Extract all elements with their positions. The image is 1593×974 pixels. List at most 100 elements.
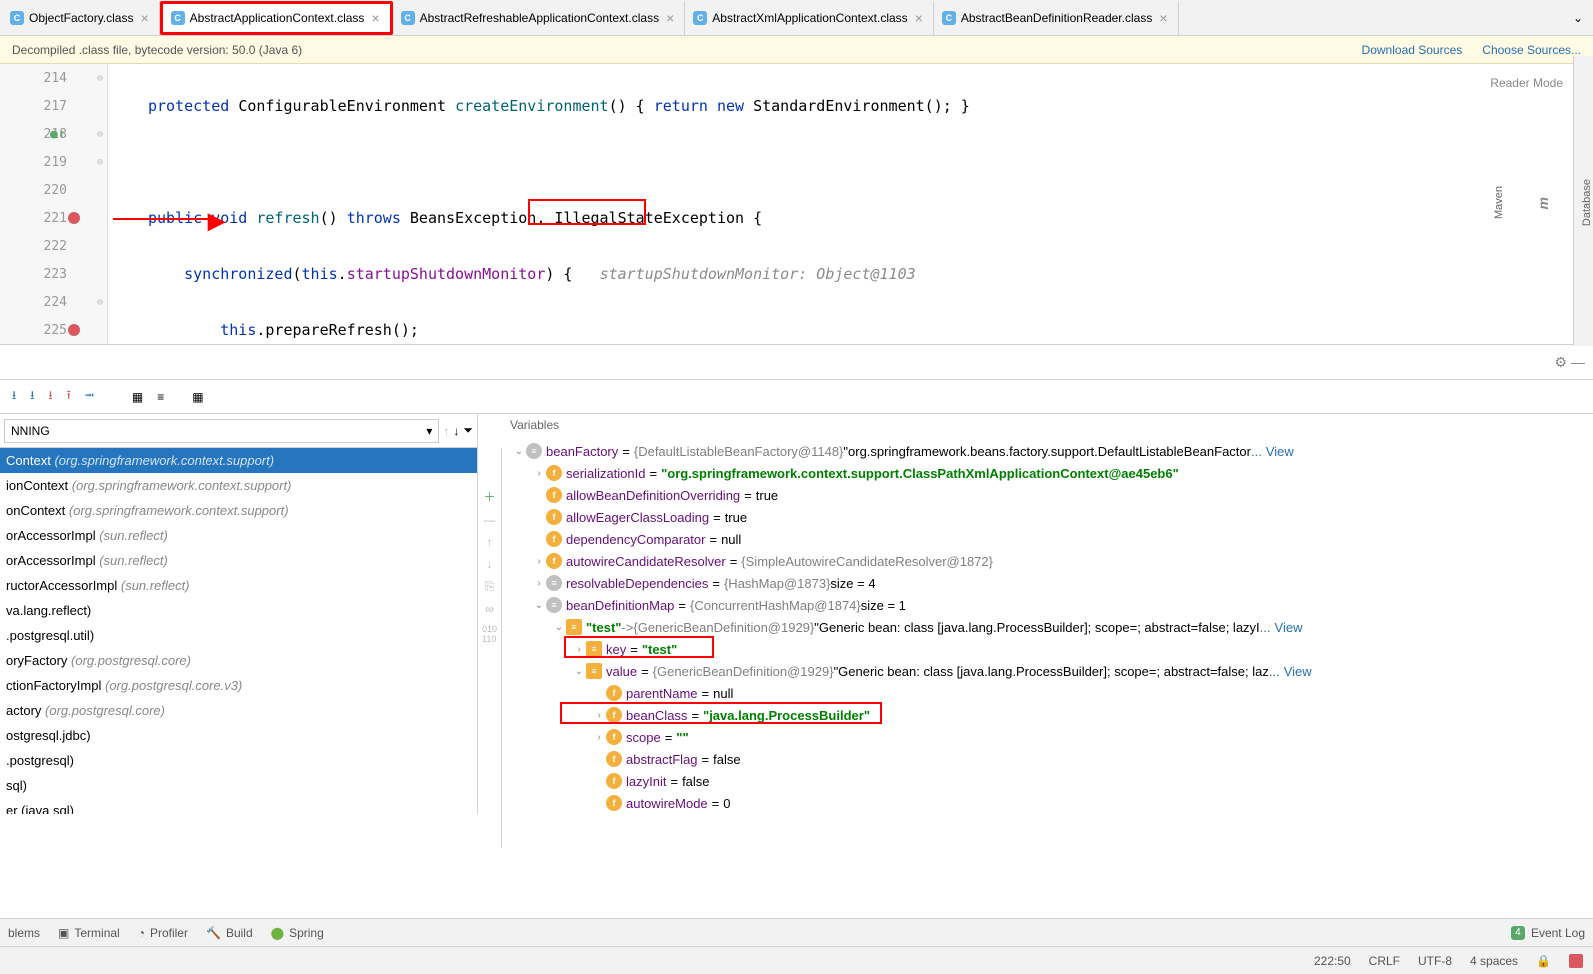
view-link[interactable]: View bbox=[1284, 664, 1312, 679]
link-icon[interactable]: ∞ bbox=[485, 602, 494, 616]
expand-icon[interactable]: › bbox=[532, 578, 546, 589]
frame-item[interactable]: .postgresql.util) bbox=[0, 623, 477, 648]
readonly-icon[interactable]: 🔒 bbox=[1536, 954, 1551, 968]
frame-item[interactable]: oryFactory (org.postgresql.core) bbox=[0, 648, 477, 673]
expand-icon[interactable]: › bbox=[592, 710, 606, 721]
step-into-icon[interactable]: ⭳ bbox=[30, 386, 34, 407]
thread-selector[interactable]: NNING▾ bbox=[4, 419, 439, 443]
expand-icon[interactable]: › bbox=[532, 468, 546, 479]
expand-icon[interactable]: › bbox=[532, 556, 546, 567]
settings-icon[interactable]: ⚙ bbox=[1554, 354, 1567, 371]
collapse-icon[interactable]: ⌄ bbox=[512, 446, 526, 457]
var-abstractflag[interactable]: fabstractFlag=false bbox=[502, 748, 1593, 770]
frame-item[interactable]: ructorAccessorImpl (sun.reflect) bbox=[0, 573, 477, 598]
var-scope[interactable]: ›fscope="" bbox=[502, 726, 1593, 748]
step-out-icon[interactable]: ⭱ bbox=[67, 386, 71, 407]
step-over-icon[interactable]: ⭳ bbox=[12, 386, 16, 407]
fold-icon[interactable]: ⊖ bbox=[97, 157, 103, 168]
frame-item[interactable]: ionContext (org.springframework.context.… bbox=[0, 473, 477, 498]
breakpoint-icon[interactable] bbox=[68, 212, 80, 224]
frame-item[interactable]: orAccessorImpl (sun.reflect) bbox=[0, 523, 477, 548]
run-to-cursor-icon[interactable]: ⭲ bbox=[85, 386, 94, 407]
close-icon[interactable]: × bbox=[664, 10, 676, 26]
file-encoding[interactable]: UTF-8 bbox=[1418, 954, 1452, 968]
database-tool[interactable]: Database bbox=[1581, 179, 1593, 226]
fold-icon[interactable]: ⊖ bbox=[97, 73, 103, 84]
close-icon[interactable]: × bbox=[913, 10, 925, 26]
collapse-icon[interactable]: ⌄ bbox=[572, 666, 586, 677]
breakpoint-icon[interactable] bbox=[68, 324, 80, 336]
variables-tree[interactable]: ⌄≡beanFactory={DefaultListableBeanFactor… bbox=[502, 438, 1593, 814]
download-sources-link[interactable]: Download Sources bbox=[1362, 43, 1463, 57]
frame-item[interactable]: orAccessorImpl (sun.reflect) bbox=[0, 548, 477, 573]
var-lazyinit[interactable]: flazyInit=false bbox=[502, 770, 1593, 792]
var-test-entry[interactable]: ⌄≡"test" -> {GenericBeanDefinition@1929}… bbox=[502, 616, 1593, 638]
remove-watch-icon[interactable]: — bbox=[484, 513, 496, 527]
evaluate-icon[interactable]: ▦ bbox=[132, 390, 143, 404]
view-link[interactable]: View bbox=[1275, 620, 1303, 635]
copy-icon[interactable]: ⎘ bbox=[485, 579, 495, 594]
maven-icon[interactable]: m bbox=[1535, 197, 1551, 209]
tab-abstractrefreshable[interactable]: CAbstractRefreshableApplicationContext.c… bbox=[393, 1, 686, 35]
frame-item[interactable]: ctionFactoryImpl (org.postgresql.core.v3… bbox=[0, 673, 477, 698]
var-beandefmap[interactable]: ⌄≡beanDefinitionMap={ConcurrentHashMap@1… bbox=[502, 594, 1593, 616]
frame-item[interactable]: Context (org.springframework.context.sup… bbox=[0, 448, 477, 473]
tab-abstractbeandef[interactable]: CAbstractBeanDefinitionReader.class× bbox=[934, 1, 1179, 35]
expand-icon[interactable]: › bbox=[592, 732, 606, 743]
build-tool[interactable]: 🔨 Build bbox=[206, 926, 253, 940]
filter-icon[interactable]: ⏷ bbox=[463, 423, 473, 438]
close-icon[interactable]: × bbox=[138, 10, 150, 26]
collapse-icon[interactable]: ⌄ bbox=[532, 600, 546, 611]
reader-mode-label[interactable]: Reader Mode bbox=[1490, 76, 1563, 90]
more-icon[interactable]: ... bbox=[1260, 620, 1271, 635]
minimize-icon[interactable]: — bbox=[1571, 354, 1585, 370]
frame-item[interactable]: va.lang.reflect) bbox=[0, 598, 477, 623]
close-icon[interactable]: × bbox=[1157, 10, 1169, 26]
terminal-tool[interactable]: ▣ Terminal bbox=[58, 926, 120, 940]
layout-icon[interactable]: ▦ bbox=[192, 390, 203, 404]
frame-item[interactable]: ostgresql.jdbc) bbox=[0, 723, 477, 748]
var-autowireresolver[interactable]: ›fautowireCandidateResolver={SimpleAutow… bbox=[502, 550, 1593, 572]
var-alloweager[interactable]: fallowEagerClassLoading=true bbox=[502, 506, 1593, 528]
problems-tool[interactable]: blems bbox=[8, 926, 40, 940]
expand-icon[interactable]: › bbox=[572, 644, 586, 655]
frames-list[interactable]: Context (org.springframework.context.sup… bbox=[0, 448, 477, 814]
frame-item[interactable]: actory (org.postgresql.core) bbox=[0, 698, 477, 723]
var-parentname[interactable]: fparentName=null bbox=[502, 682, 1593, 704]
var-serializationid[interactable]: ›fserializationId="org.springframework.c… bbox=[502, 462, 1593, 484]
tabs-dropdown-icon[interactable]: ⌄ bbox=[1563, 11, 1593, 25]
var-key[interactable]: ›≡key="test" bbox=[502, 638, 1593, 660]
event-log[interactable]: 4Event Log bbox=[1511, 926, 1585, 940]
choose-sources-link[interactable]: Choose Sources... bbox=[1482, 43, 1581, 57]
up-icon[interactable]: ↑ bbox=[487, 535, 493, 549]
collapse-icon[interactable]: ⌄ bbox=[552, 622, 566, 633]
line-separator[interactable]: CRLF bbox=[1369, 954, 1400, 968]
override-icon[interactable]: ●↑ bbox=[50, 127, 66, 142]
var-autowiremode[interactable]: fautowireMode=0 bbox=[502, 792, 1593, 814]
indent-setting[interactable]: 4 spaces bbox=[1470, 954, 1518, 968]
frame-item[interactable]: .postgresql) bbox=[0, 748, 477, 773]
next-frame-icon[interactable]: ↓ bbox=[453, 424, 459, 438]
cursor-position[interactable]: 222:50 bbox=[1314, 954, 1351, 968]
binary-icon[interactable]: 010110 bbox=[482, 624, 497, 644]
prev-frame-icon[interactable]: ↑ bbox=[443, 424, 449, 438]
frame-item[interactable]: er (java sql) bbox=[0, 798, 477, 814]
var-resolvabledeps[interactable]: ›≡resolvableDependencies={HashMap@1873} … bbox=[502, 572, 1593, 594]
code-area[interactable]: protected ConfigurableEnvironment create… bbox=[108, 64, 1593, 344]
var-beanfactory[interactable]: ⌄≡beanFactory={DefaultListableBeanFactor… bbox=[502, 440, 1593, 462]
tab-objectfactory[interactable]: CObjectFactory.class× bbox=[2, 1, 160, 35]
profiler-tool[interactable]: ◔ Profiler bbox=[138, 926, 188, 940]
var-value[interactable]: ⌄≡value={GenericBeanDefinition@1929} "Ge… bbox=[502, 660, 1593, 682]
spring-tool[interactable]: ⬤ Spring bbox=[271, 926, 324, 940]
frame-item[interactable]: sql) bbox=[0, 773, 477, 798]
force-step-icon[interactable]: ⭳ bbox=[48, 386, 52, 407]
add-watch-icon[interactable]: ＋ bbox=[483, 488, 495, 505]
more-icon[interactable]: ... bbox=[1251, 444, 1262, 459]
view-link[interactable]: View bbox=[1266, 444, 1294, 459]
maven-tool[interactable]: Maven bbox=[1493, 186, 1505, 219]
down-icon[interactable]: ↓ bbox=[487, 557, 493, 571]
trace-icon[interactable]: ≡ bbox=[157, 390, 164, 404]
close-icon[interactable]: × bbox=[369, 10, 381, 26]
fold-icon[interactable]: ⊖ bbox=[97, 129, 103, 140]
var-beanclass[interactable]: ›fbeanClass="java.lang.ProcessBuilder" bbox=[502, 704, 1593, 726]
